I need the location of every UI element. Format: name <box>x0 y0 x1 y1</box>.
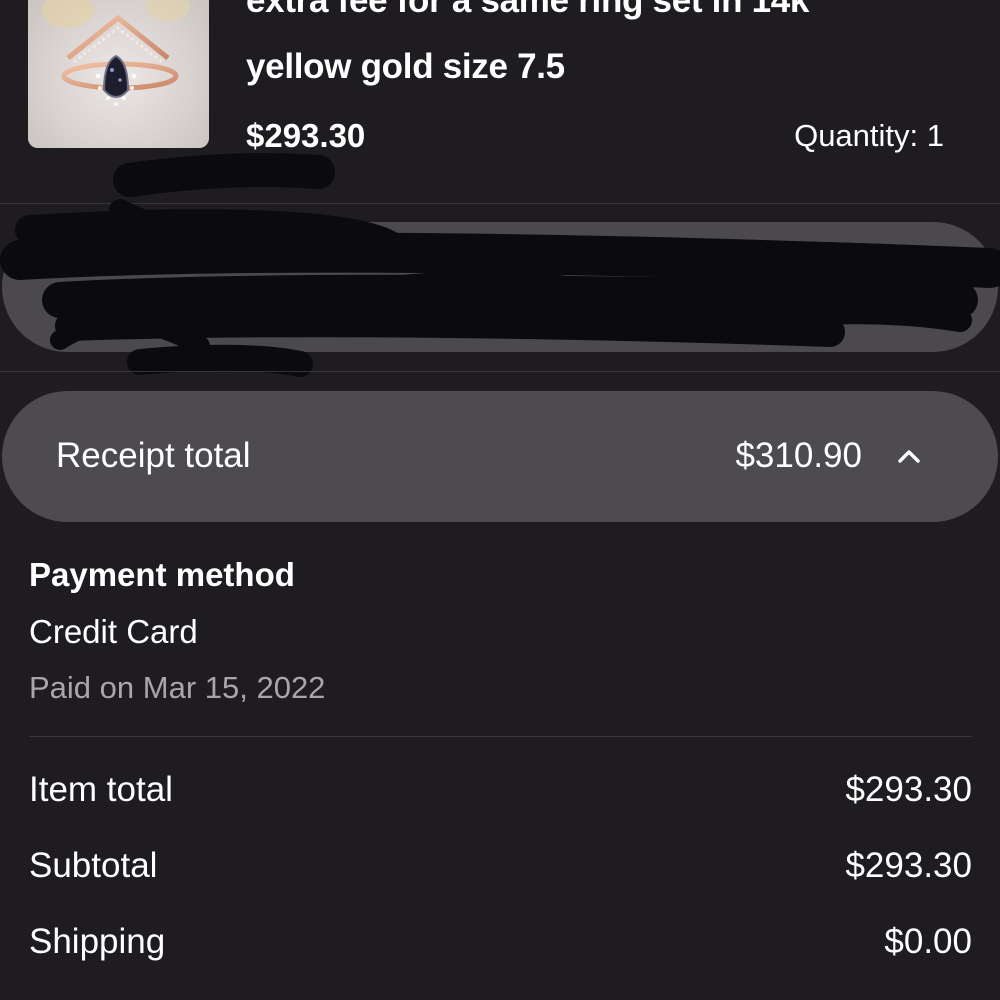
divider <box>0 371 1000 372</box>
product-title-line-2: yellow gold size 7.5 <box>246 47 565 86</box>
redaction-scribble <box>0 153 1000 377</box>
product-title[interactable]: extra fee for a same ring set in 14k yel… <box>246 0 966 100</box>
receipt-total-toggle[interactable]: Receipt total $310.90 <box>2 391 998 522</box>
payment-method-value: Credit Card <box>29 613 198 650</box>
chevron-up-icon[interactable] <box>896 443 922 469</box>
cost-row-shipping: Shipping $0.00 <box>29 919 972 965</box>
cost-value: $0.00 <box>884 922 972 961</box>
product-title-line-1: extra fee for a same ring set in 14k <box>246 0 810 20</box>
receipt-total-amount: $310.90 <box>735 436 862 475</box>
cost-label: Subtotal <box>29 846 158 885</box>
cost-row-item-total: Item total $293.30 <box>29 767 972 813</box>
ring-product-photo <box>28 0 209 148</box>
cost-row-subtotal: Subtotal $293.30 <box>29 843 972 889</box>
cost-label: Item total <box>29 770 173 809</box>
divider <box>29 736 972 737</box>
payment-date: Paid on Mar 15, 2022 <box>29 670 326 705</box>
cost-label: Shipping <box>29 922 166 961</box>
cost-value: $293.30 <box>845 846 972 885</box>
order-receipt-screen: extra fee for a same ring set in 14k yel… <box>0 0 1000 1000</box>
product-image[interactable] <box>28 0 209 148</box>
payment-method-heading: Payment method <box>29 556 295 593</box>
receipt-total-label: Receipt total <box>56 436 251 475</box>
cost-value: $293.30 <box>845 770 972 809</box>
